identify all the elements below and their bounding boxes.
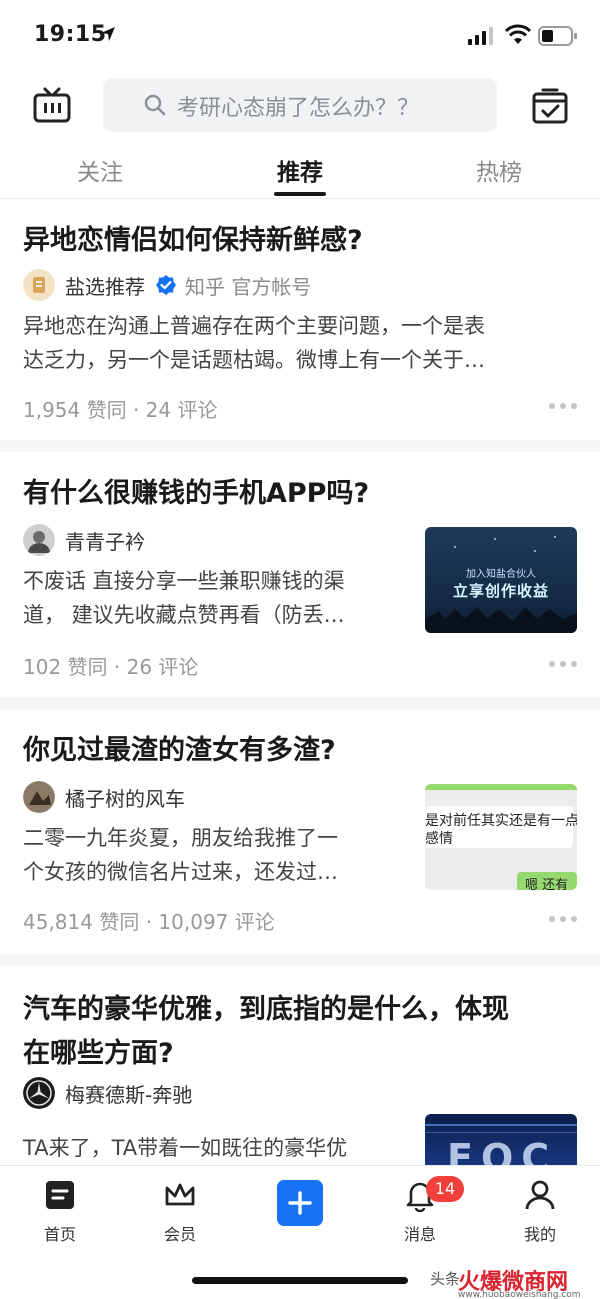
answer-stats: 45,814 赞同 · 10,097 评论 — [23, 910, 275, 934]
author-name[interactable]: 青青子衿 — [65, 526, 145, 555]
person-icon — [525, 1180, 555, 1210]
avatar[interactable] — [23, 269, 55, 301]
tab-recommend[interactable]: 推荐 — [250, 153, 350, 187]
author-row[interactable]: 盐选推荐 知乎 官方帐号 — [23, 269, 311, 301]
author-row[interactable]: 橘子树的风车 — [23, 781, 185, 813]
status-bar: 19:15 — [0, 0, 600, 72]
feed-tabs: 关注 推荐 热榜 — [0, 145, 600, 199]
question-title[interactable]: 有什么很赚钱的手机APP吗? — [23, 472, 583, 516]
status-time: 19:15 — [34, 22, 107, 47]
search-icon — [144, 94, 166, 116]
excerpt-line: TA来了，TA带着一如既往的豪华优 — [23, 1136, 348, 1160]
more-options-icon[interactable] — [548, 402, 578, 410]
watermark-prefix: 头条 — [430, 1270, 461, 1288]
home-indicator[interactable] — [192, 1277, 408, 1284]
thumbnail-text: 是对前任其实还是有一点 — [425, 813, 577, 829]
answer-excerpt[interactable]: 异地恋在沟通上普遍存在两个主要问题，一个是表 达乏力，另一个是话题枯竭。微博上有… — [23, 309, 485, 377]
nav-profile[interactable]: 我的 — [500, 1178, 580, 1245]
more-options-icon[interactable] — [548, 915, 578, 923]
search-placeholder: 考研心态崩了怎么办？？ — [177, 96, 420, 121]
thumbnail-caption: EQC — [447, 1136, 558, 1165]
tv-icon[interactable] — [32, 86, 72, 126]
nav-label: 我的 — [523, 1225, 556, 1244]
answer-excerpt[interactable]: 不废话 直接分享一些兼职赚钱的渠 道， 建议先收藏点赞再看（防丢… — [23, 564, 345, 632]
nav-vip[interactable]: 会员 — [140, 1178, 220, 1245]
active-tab-indicator — [274, 192, 326, 196]
title-line: 在哪些方面? — [23, 1038, 174, 1069]
author-row[interactable]: 青青子衿 — [23, 524, 145, 556]
avatar[interactable] — [23, 524, 55, 556]
wifi-icon — [505, 24, 531, 44]
thumbnail-caption-small: 加入知盐合伙人 — [466, 569, 536, 580]
author-name[interactable]: 橘子树的风车 — [65, 783, 185, 812]
title-line: 汽车的豪华优雅，到底指的是什么，体现 — [23, 994, 509, 1025]
excerpt-line: 达乏力，另一个是话题枯竭。微博上有一个关于… — [23, 348, 485, 372]
tab-hot[interactable]: 热榜 — [449, 153, 549, 187]
thumbnail-text: 嗯 还有 — [525, 878, 569, 890]
author-name[interactable]: 梅赛德斯-奔驰 — [65, 1079, 192, 1108]
answer-thumbnail[interactable]: 加入知盐合伙人 立享创作收益 — [425, 527, 577, 633]
author-row[interactable]: 梅赛德斯-奔驰 — [23, 1077, 192, 1109]
signal-icon — [468, 27, 493, 45]
search-bar[interactable]: 考研心态崩了怎么办？？ — [103, 78, 497, 132]
author-name[interactable]: 盐选推荐 — [65, 271, 145, 300]
crown-icon — [165, 1183, 195, 1206]
author-tag: 知乎 官方帐号 — [185, 274, 312, 299]
excerpt-line: 不废话 直接分享一些兼职赚钱的渠 — [23, 569, 345, 593]
plus-icon — [288, 1191, 312, 1215]
excerpt-line: 二零一九年炎夏，朋友给我推了一 — [23, 826, 338, 850]
answer-stats: 102 赞同 · 26 评论 — [23, 655, 199, 679]
excerpt-line: 道， 建议先收藏点赞再看（防丢… — [23, 603, 345, 627]
watermark-url: www.huobaoweishang.com — [458, 1290, 581, 1299]
battery-icon — [538, 26, 577, 46]
tab-follow[interactable]: 关注 — [50, 153, 150, 187]
avatar[interactable] — [23, 781, 55, 813]
notification-badge: 14 — [426, 1176, 464, 1202]
thumbnail-caption: 立享创作收益 — [452, 582, 549, 600]
location-arrow-icon — [101, 27, 115, 41]
feed-list[interactable]: 异地恋情侣如何保持新鲜感? 盐选推荐 知乎 官方帐号 异地恋在沟通上普遍存在两个… — [0, 199, 600, 1165]
answer-stats: 1,954 赞同 · 24 评论 — [23, 398, 218, 422]
nav-label: 首页 — [43, 1225, 76, 1244]
answer-excerpt[interactable]: 二零一九年炎夏，朋友给我推了一 个女孩的微信名片过来，还发过… — [23, 821, 338, 889]
feed-card[interactable]: 你见过最渣的渣女有多渣? 橘子树的风车 二零一九年炎夏，朋友给我推了一 个女孩的… — [0, 709, 600, 954]
feed-card[interactable]: 汽车的豪华优雅，到底指的是什么，体现 在哪些方面? 梅赛德斯-奔驰 TA来了，T… — [0, 966, 600, 1165]
excerpt-line: 个女孩的微信名片过来，还发过… — [23, 860, 338, 884]
watermark: 头条 火爆微商网 www.huobaoweishang.com — [430, 1260, 600, 1299]
nav-label: 会员 — [163, 1225, 196, 1244]
bottom-nav: 首页 会员 消息 14 我的 头条 火爆微商网 www.huobaoweisha… — [0, 1165, 600, 1299]
nav-home[interactable]: 首页 — [20, 1178, 100, 1245]
checklist-icon[interactable] — [530, 86, 570, 126]
answer-thumbnail[interactable]: EQC — [425, 1114, 577, 1165]
question-title[interactable]: 你见过最渣的渣女有多渣? — [23, 729, 583, 773]
thumbnail-text: 感情 — [425, 831, 453, 847]
question-title[interactable]: 异地恋情侣如何保持新鲜感? — [23, 219, 583, 263]
nav-label: 消息 — [403, 1225, 436, 1244]
chat-bubble-top — [425, 784, 577, 790]
verified-badge-icon — [156, 275, 176, 295]
home-icon — [46, 1181, 74, 1209]
feed-card[interactable]: 异地恋情侣如何保持新鲜感? 盐选推荐 知乎 官方帐号 异地恋在沟通上普遍存在两个… — [0, 199, 600, 440]
excerpt-line: 异地恋在沟通上普遍存在两个主要问题，一个是表 — [23, 314, 485, 338]
create-button[interactable] — [277, 1180, 323, 1226]
question-title[interactable]: 汽车的豪华优雅，到底指的是什么，体现 在哪些方面? — [23, 988, 583, 1076]
feed-card[interactable]: 有什么很赚钱的手机APP吗? 青青子衿 不废话 直接分享一些兼职赚钱的渠 道， … — [0, 452, 600, 697]
answer-thumbnail[interactable]: 是对前任其实还是有一点 感情 嗯 还有 — [425, 784, 577, 890]
answer-excerpt[interactable]: TA来了，TA带着一如既往的豪华优 — [23, 1131, 347, 1165]
top-header: 考研心态崩了怎么办？？ — [0, 72, 600, 142]
avatar[interactable] — [23, 1077, 55, 1109]
more-options-icon[interactable] — [548, 660, 578, 668]
